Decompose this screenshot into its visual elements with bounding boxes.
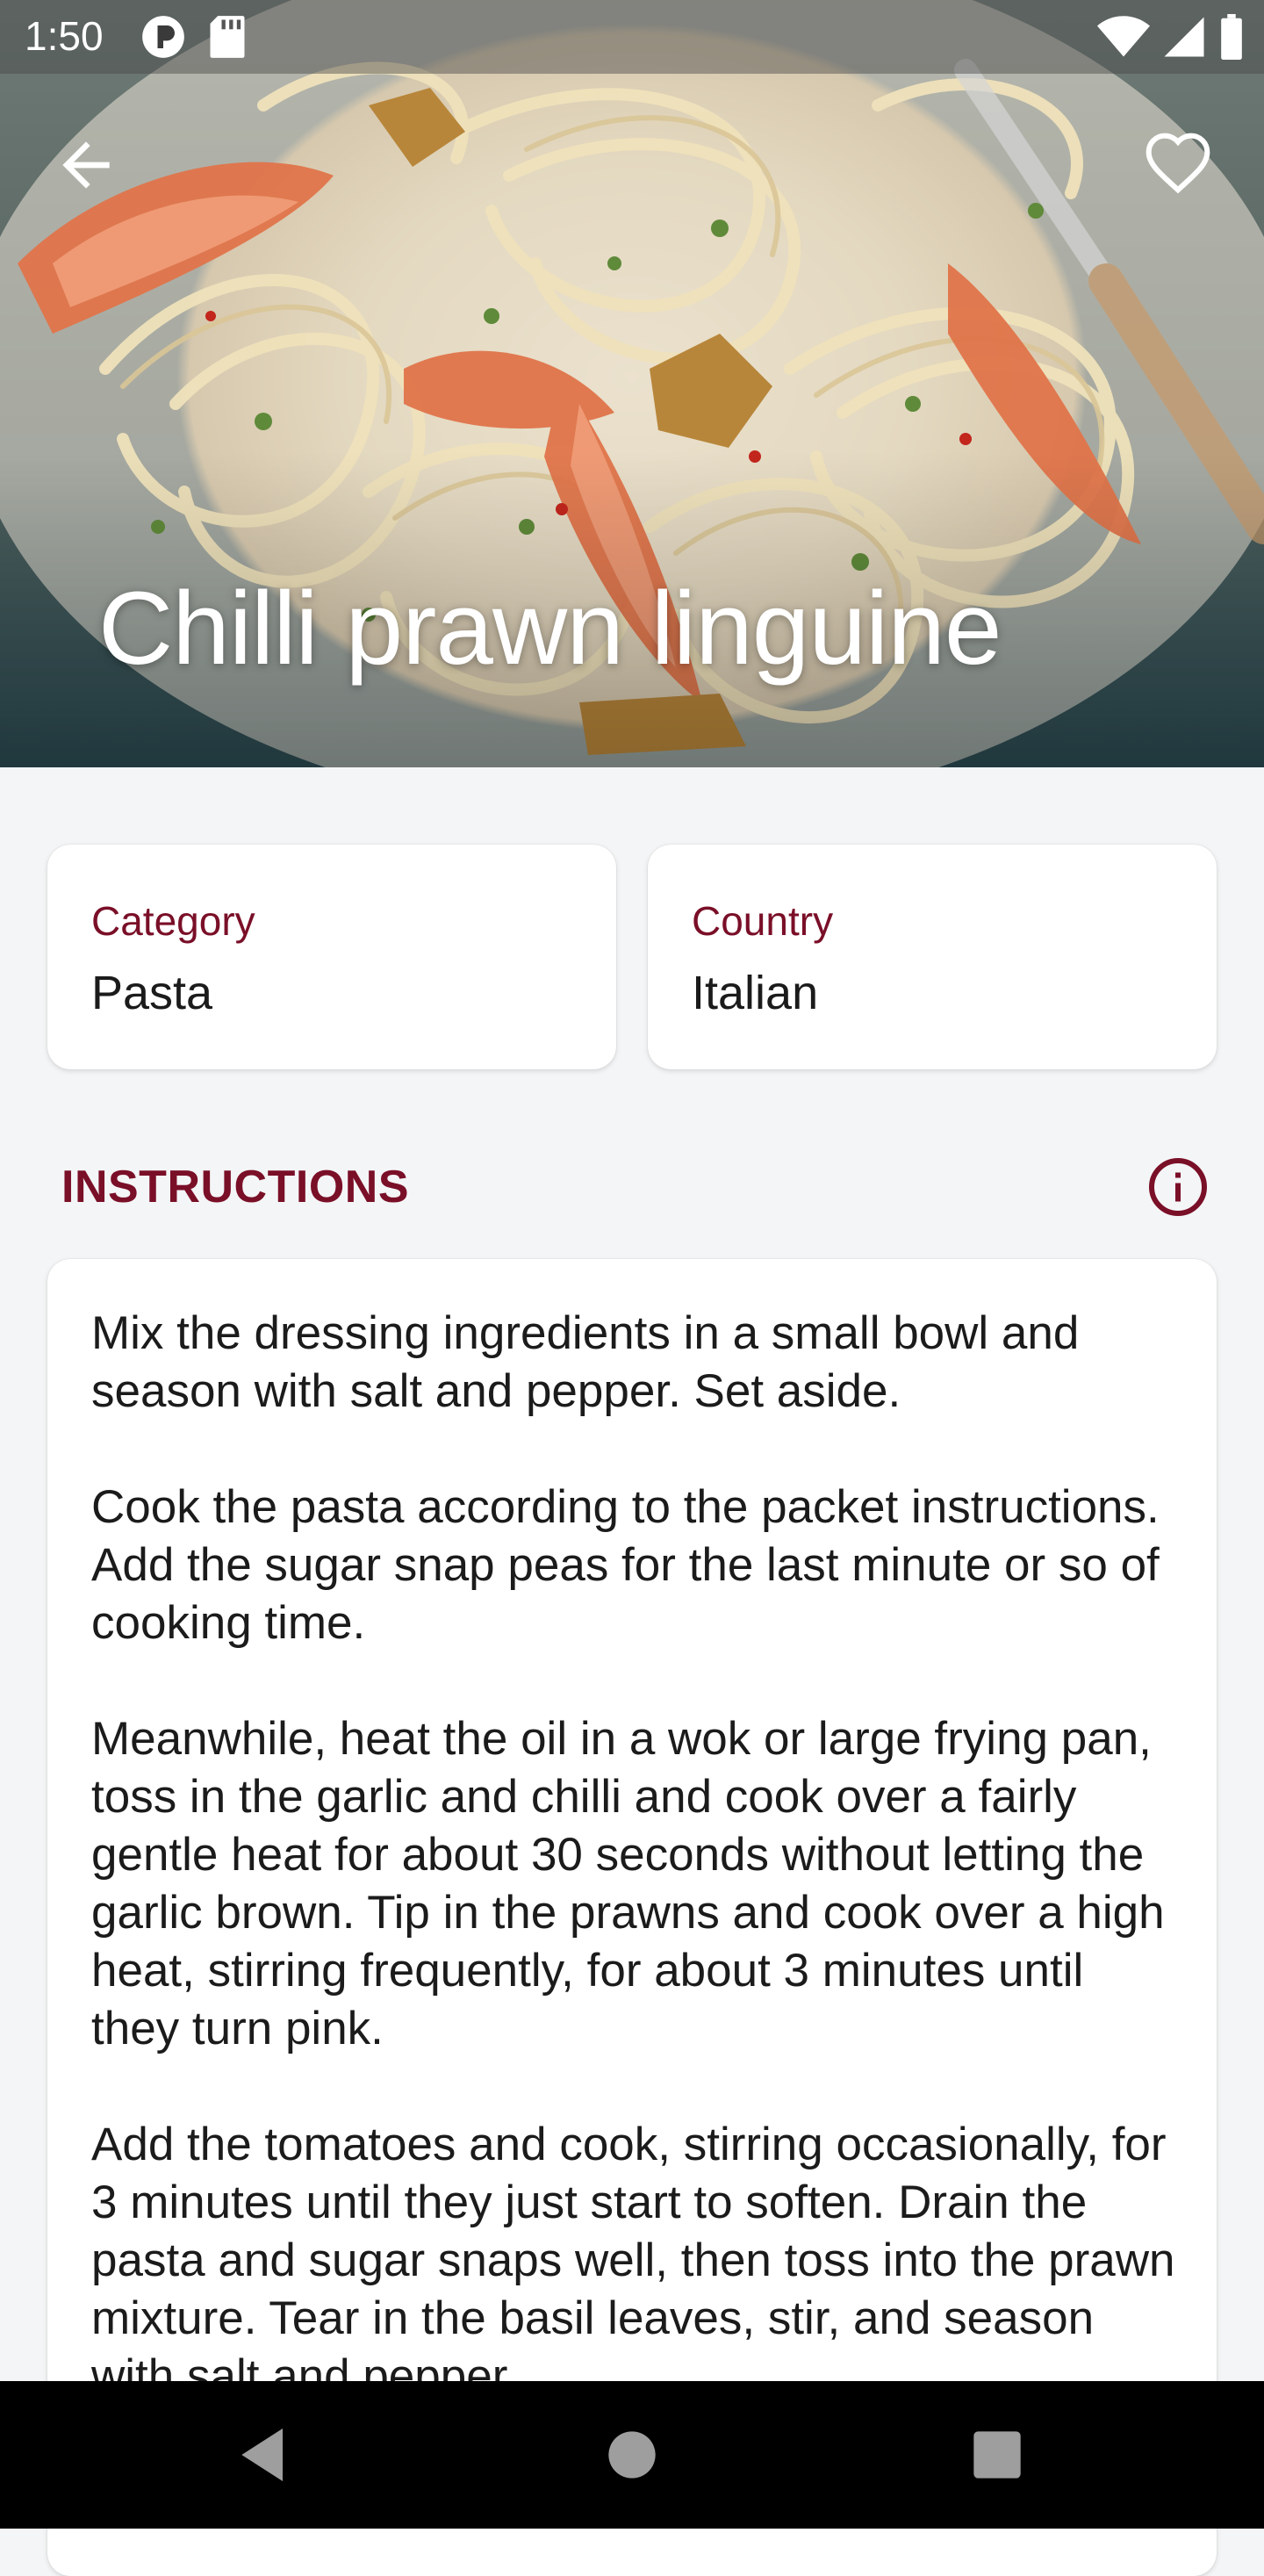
category-card: Category Pasta bbox=[47, 845, 616, 1069]
back-triangle-icon[interactable] bbox=[230, 2420, 300, 2490]
country-label: Country bbox=[692, 898, 834, 944]
instruction-step: Cook the pasta according to the packet i… bbox=[91, 1481, 1160, 1649]
notification-app-icon bbox=[142, 16, 184, 58]
favorite-heart-button[interactable] bbox=[1143, 130, 1213, 200]
instructions-text: Mix the dressing ingredients in a small … bbox=[91, 1305, 1180, 2464]
status-bar: 1:50 bbox=[0, 0, 1264, 74]
wifi-icon bbox=[1097, 16, 1150, 57]
recipe-hero-image: Chilli prawn linguine bbox=[0, 0, 1264, 767]
back-button[interactable] bbox=[51, 130, 121, 200]
country-card: Country Italian bbox=[648, 845, 1217, 1069]
home-circle-icon[interactable] bbox=[597, 2420, 667, 2490]
category-value: Pasta bbox=[91, 967, 213, 1019]
instruction-step: Meanwhile, heat the oil in a wok or larg… bbox=[91, 1713, 1165, 2054]
battery-icon bbox=[1221, 14, 1242, 60]
signal-icon bbox=[1164, 17, 1204, 57]
category-label: Category bbox=[91, 898, 255, 944]
recipe-title: Chilli prawn linguine bbox=[98, 571, 1002, 687]
instruction-step: Mix the dressing ingredients in a small … bbox=[91, 1307, 1080, 1417]
system-navigation-bar bbox=[0, 2381, 1264, 2529]
country-value: Italian bbox=[692, 967, 819, 1019]
info-circle-icon[interactable] bbox=[1146, 1155, 1210, 1219]
status-time: 1:50 bbox=[25, 13, 104, 59]
instructions-heading: INSTRUCTIONS bbox=[61, 1162, 409, 1212]
sd-card-icon bbox=[210, 16, 245, 58]
recents-square-icon[interactable] bbox=[962, 2420, 1032, 2490]
instructions-card: Mix the dressing ingredients in a small … bbox=[47, 1259, 1217, 2576]
instruction-step: Add the tomatoes and cook, stirring occa… bbox=[91, 2119, 1175, 2402]
